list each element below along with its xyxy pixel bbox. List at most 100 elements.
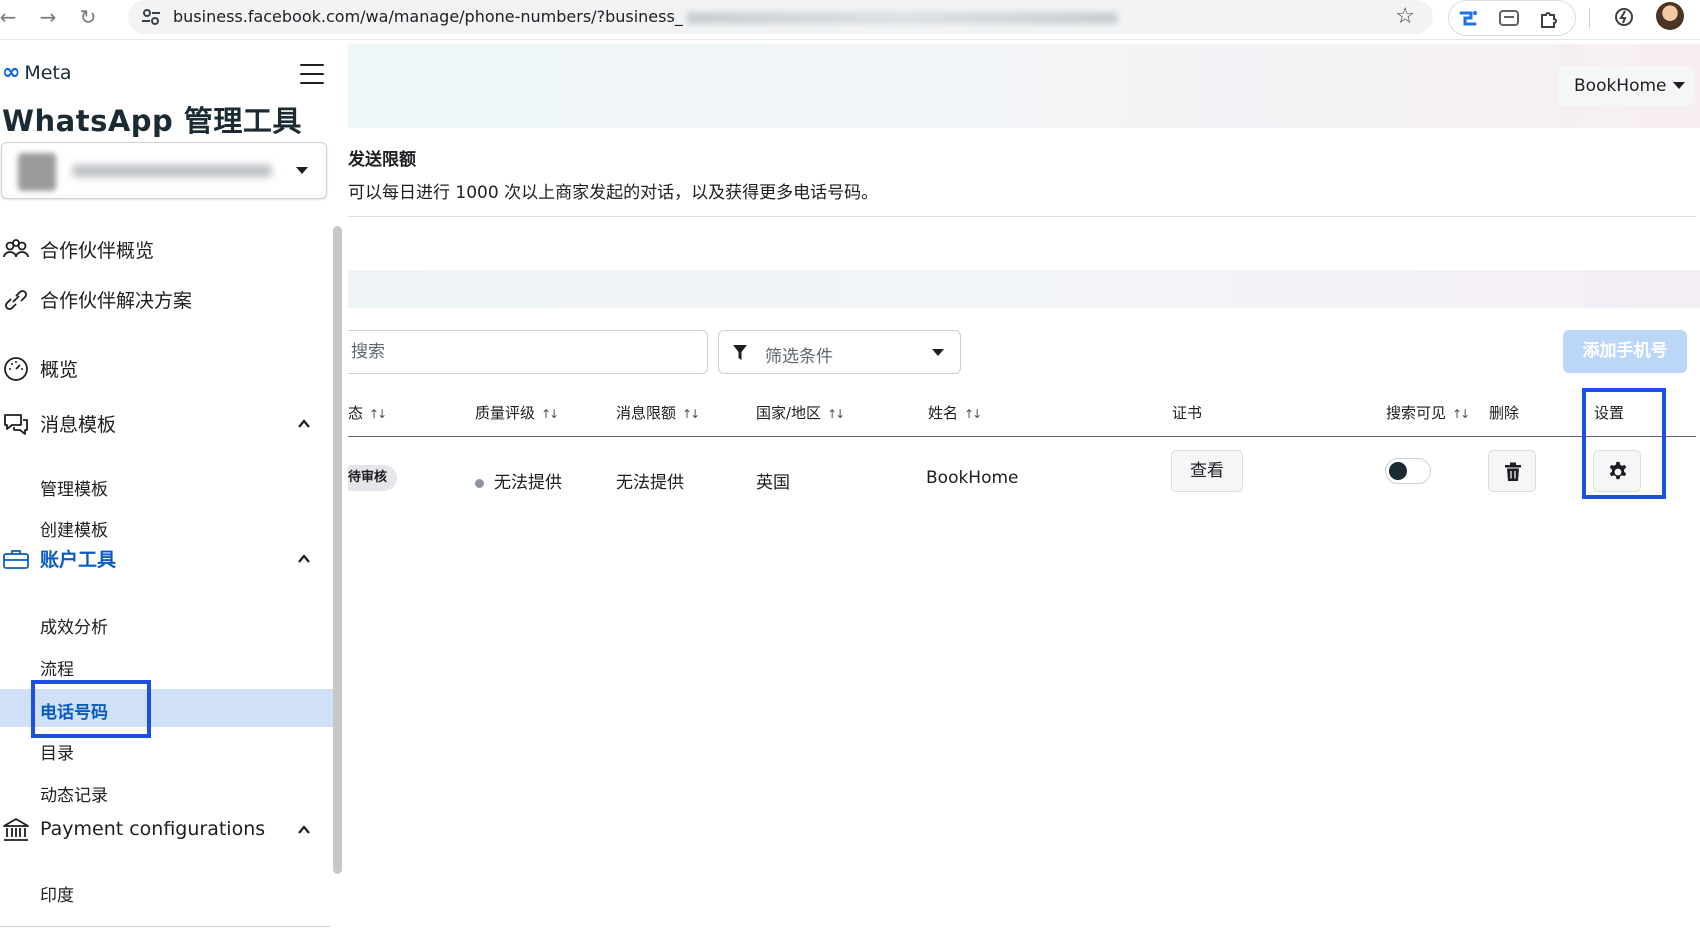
search-input[interactable] <box>348 331 707 373</box>
business-avatar <box>18 153 56 191</box>
column-header-delete: 删除 <box>1489 404 1520 422</box>
sort-icon: ↑↓ <box>369 407 387 421</box>
status-badge: 待审核 <box>348 465 398 491</box>
app-title: WhatsApp 管理工具 <box>2 104 302 138</box>
sidebar-subitem-label: 流程 <box>40 660 74 680</box>
quality-rating-cell: 无法提供 <box>475 468 562 493</box>
page-header-banner: BookHome <box>348 44 1700 128</box>
sort-icon: ↑↓ <box>827 407 845 421</box>
bookmark-star-icon[interactable]: ☆ <box>1395 4 1415 29</box>
quality-dot-icon <box>475 478 484 488</box>
business-selector[interactable] <box>1 142 327 199</box>
account-selector-button[interactable]: BookHome <box>1558 66 1693 106</box>
sidebar-subitem-flows[interactable]: 流程 <box>0 646 333 684</box>
sidebar-subitem-catalog[interactable]: 目录 <box>0 730 333 768</box>
extensions-group <box>1448 0 1576 36</box>
toggle-knob <box>1389 462 1407 480</box>
address-bar[interactable]: business.facebook.com/wa/manage/phone-nu… <box>128 0 1433 34</box>
sidebar-item-payment-configurations[interactable]: Payment configurations <box>0 810 330 848</box>
sort-icon: ↑↓ <box>541 407 559 421</box>
section-band <box>348 270 1700 308</box>
briefcase-icon <box>3 550 29 569</box>
sidebar-item-label: 账户工具 <box>40 548 117 571</box>
url-text: business.facebook.com/wa/manage/phone-nu… <box>173 7 1117 26</box>
sidebar-subitem-india[interactable]: 印度 <box>0 872 333 910</box>
section-divider <box>348 216 1696 217</box>
sidebar: ∞ Meta WhatsApp 管理工具 合作伙伴概览 合作伙伴解决方案 概览 … <box>0 44 348 935</box>
sidebar-subitem-label: 目录 <box>40 744 74 764</box>
sidebar-scrollbar[interactable] <box>333 226 342 874</box>
sidebar-item-label: 合作伙伴概览 <box>40 239 155 262</box>
search-visible-toggle[interactable] <box>1385 458 1431 484</box>
column-header-status[interactable]: 态 ↑↓ <box>348 402 387 423</box>
funnel-icon <box>733 345 747 360</box>
chevron-up-icon[interactable] <box>298 418 310 430</box>
profile-avatar[interactable] <box>1656 2 1684 30</box>
caret-down-icon <box>296 167 308 174</box>
sort-icon: ↑↓ <box>1452 407 1470 421</box>
sidebar-item-partner-solutions[interactable]: 合作伙伴解决方案 <box>0 280 330 318</box>
table-header-divider <box>348 436 1696 437</box>
sidebar-subitem-label: 印度 <box>40 886 74 906</box>
column-header-country[interactable]: 国家/地区 ↑↓ <box>756 402 845 423</box>
bank-icon <box>3 818 29 841</box>
sidebar-divider <box>0 926 330 927</box>
delete-button[interactable] <box>1488 450 1536 492</box>
message-limit-cell: 无法提供 <box>616 473 684 493</box>
sidebar-item-label: Payment configurations <box>40 818 266 840</box>
sidebar-item-message-templates[interactable]: 消息模板 <box>0 404 330 442</box>
main-content: BookHome 发送限额 可以每日进行 1000 次以上商家发起的对话，以及获… <box>348 44 1700 935</box>
people-icon <box>3 239 29 258</box>
hamburger-menu-icon[interactable] <box>300 64 324 84</box>
sidebar-subitem-label: 管理模板 <box>40 480 108 500</box>
chevron-up-icon[interactable] <box>298 824 310 836</box>
messaging-limit-description: 可以每日进行 1000 次以上商家发起的对话，以及获得更多电话号码。 <box>348 183 879 203</box>
messaging-limit-title: 发送限额 <box>348 150 416 170</box>
sidebar-subitem-label: 动态记录 <box>40 786 108 806</box>
view-certificate-button[interactable]: 查看 <box>1171 450 1243 492</box>
sidebar-subitem-performance[interactable]: 成效分析 <box>0 604 333 642</box>
site-settings-icon[interactable] <box>140 6 162 28</box>
sidebar-item-overview[interactable]: 概览 <box>0 349 330 387</box>
sidebar-item-account-tools[interactable]: 账户工具 <box>0 539 330 577</box>
chevron-up-icon[interactable] <box>298 553 310 565</box>
dashboard-gauge-icon <box>4 357 28 381</box>
filter-dropdown[interactable]: 筛选条件 <box>718 330 961 374</box>
back-icon[interactable]: ← <box>0 5 20 29</box>
column-header-message-limit[interactable]: 消息限额 ↑↓ <box>616 402 700 423</box>
sidebar-subitem-activity-log[interactable]: 动态记录 <box>0 772 333 810</box>
add-phone-number-button[interactable]: 添加手机号 <box>1563 330 1687 373</box>
extension-chat-icon[interactable] <box>1497 7 1521 31</box>
sort-icon: ↑↓ <box>964 407 982 421</box>
meta-infinity-icon: ∞ <box>2 60 21 85</box>
sidebar-item-label: 合作伙伴解决方案 <box>40 289 193 312</box>
search-box <box>348 330 708 374</box>
caret-down-icon <box>1673 82 1685 89</box>
browser-toolbar: ← → ↻ business.facebook.com/wa/manage/ph… <box>0 0 1700 40</box>
performance-icon[interactable] <box>1612 5 1636 29</box>
column-header-search-visible[interactable]: 搜索可见 ↑↓ <box>1386 402 1470 423</box>
highlight-box-settings <box>1582 388 1666 499</box>
trash-icon <box>1505 462 1521 481</box>
brand-name: Meta <box>24 62 72 84</box>
forward-icon[interactable]: → <box>36 5 60 29</box>
business-name-redacted <box>72 165 272 177</box>
sidebar-subitem-label: 创建模板 <box>40 521 108 541</box>
caret-down-icon <box>932 349 944 356</box>
chat-bubbles-icon <box>4 414 28 435</box>
sidebar-subitem-manage-templates[interactable]: 管理模板 <box>0 466 333 504</box>
extension-translate-icon[interactable] <box>1457 7 1481 31</box>
sidebar-item-label: 消息模板 <box>40 413 117 436</box>
extensions-puzzle-icon[interactable] <box>1537 7 1561 31</box>
column-header-certificate: 证书 <box>1172 404 1203 422</box>
sidebar-item-partner-overview[interactable]: 合作伙伴概览 <box>0 230 330 268</box>
sort-icon: ↑↓ <box>682 407 700 421</box>
name-cell: BookHome <box>926 468 1019 488</box>
sidebar-item-label: 概览 <box>40 358 79 381</box>
toolbar-separator <box>1589 8 1590 28</box>
column-header-name[interactable]: 姓名 ↑↓ <box>928 402 982 423</box>
reload-icon[interactable]: ↻ <box>76 5 100 29</box>
link-icon <box>5 290 27 310</box>
meta-logo: ∞ Meta <box>2 60 72 85</box>
column-header-quality[interactable]: 质量评级 ↑↓ <box>475 402 559 423</box>
